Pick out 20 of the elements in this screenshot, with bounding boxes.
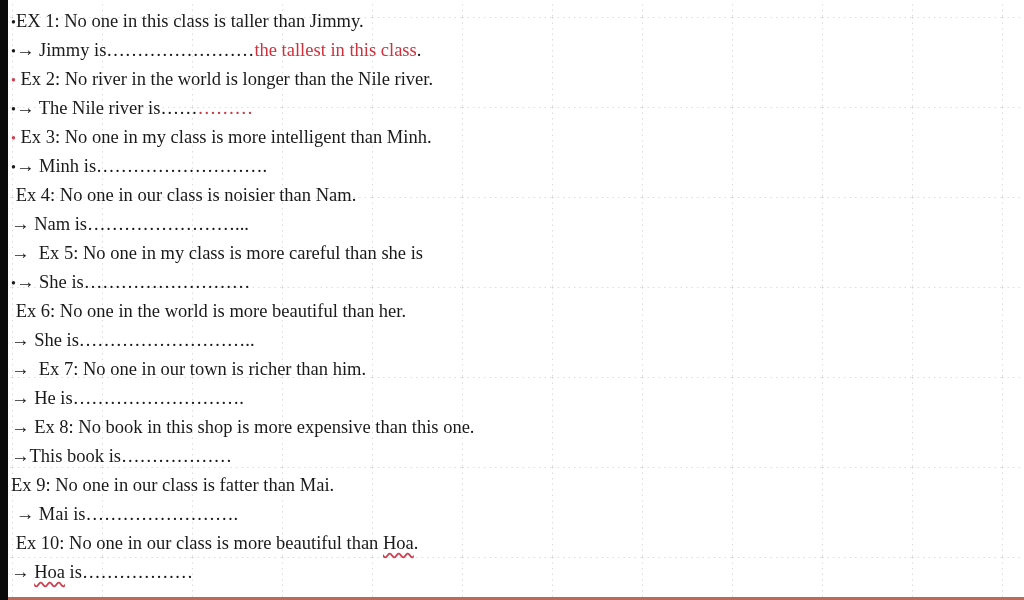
- exercise-line: •EX 1: No one in this class is taller than Jimmy.: [11, 11, 364, 32]
- exercise-line: Ex 9: No one in our class is fatter than Mai.: [11, 475, 335, 496]
- exercise-line: → Nam is……………………...: [11, 214, 249, 235]
- exercise-line: • Ex 3: No one in my class is more intelligent than Minh.: [11, 127, 432, 148]
- exercise-line: Ex 4: No one in our class is noisier than Nam.: [14, 185, 357, 206]
- exercise-line: → Ex 7: No one in our town is richer than him.: [11, 359, 367, 380]
- exercise-line: → Ex 5: No one in my class is more careful than she is: [11, 243, 424, 264]
- exercise-line: → She is………………………..: [11, 330, 255, 351]
- exercise-line: Ex 6: No one in the world is more beautiful than her.: [14, 301, 407, 322]
- exercise-line: • Ex 2: No river in the world is longer than the Nile river.: [11, 69, 434, 90]
- exercise-line: •→ She is………………………: [11, 272, 251, 293]
- exercise-line: •→ Jimmy is……………………the tallest in this class.: [11, 40, 422, 61]
- exercise-line: •→ Minh is……………………….: [11, 156, 268, 177]
- exercise-line: → Hoa is………………: [11, 562, 193, 583]
- exercise-line: Ex 10: No one in our class is more beautiful than Hoa.: [14, 533, 419, 554]
- exercise-line: → He is……………………….: [11, 388, 244, 409]
- exercise-line: → Mai is…………………….: [14, 504, 239, 525]
- exercise-line: →This book is………………: [11, 446, 232, 467]
- exercise-line: → Ex 8: No book in this shop is more expensive than this one.: [11, 417, 475, 438]
- exercise-line: •→ The Nile river is……………: [11, 98, 253, 119]
